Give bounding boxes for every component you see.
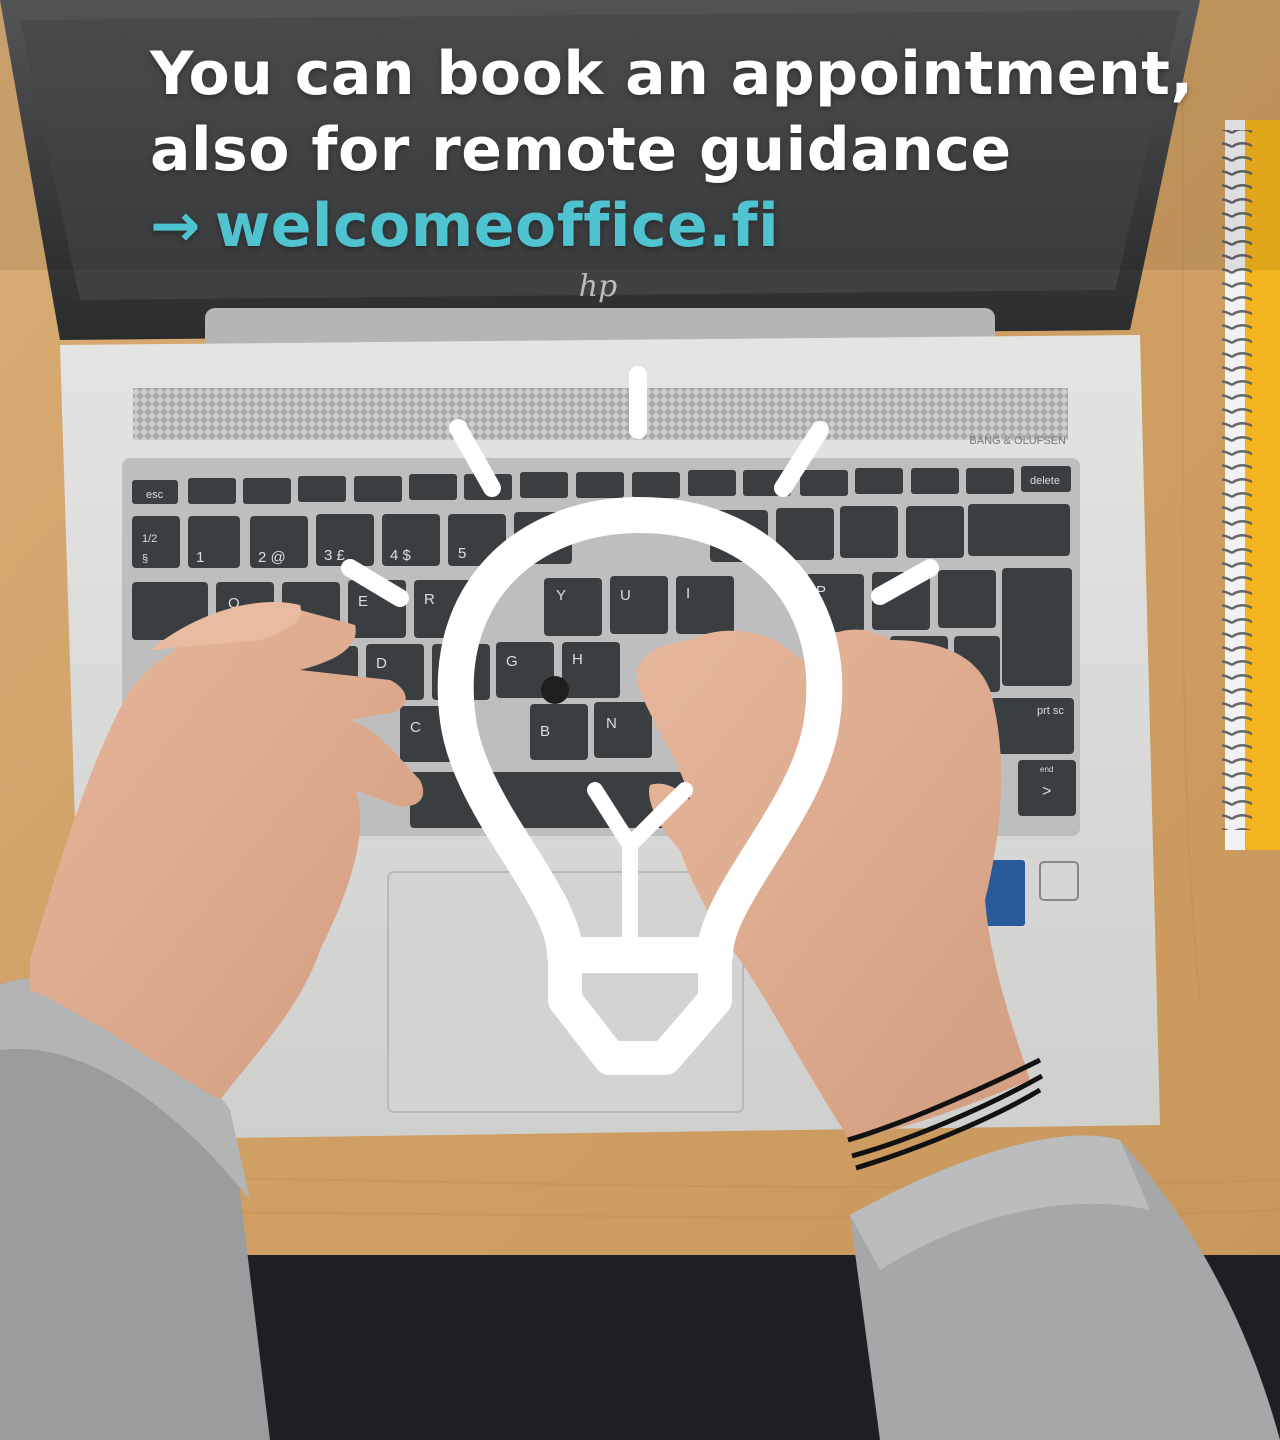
svg-text:>: > <box>1042 783 1051 800</box>
headline-line-2: also for remote guidance <box>150 115 1012 185</box>
svg-text:Y: Y <box>556 587 566 604</box>
headline: You can book an appointment, also for re… <box>150 36 1194 264</box>
headline-line-1: You can book an appointment, <box>150 39 1194 109</box>
svg-text:2 @: 2 @ <box>258 549 286 566</box>
hp-logo: hp <box>579 269 618 304</box>
svg-text:C: C <box>410 719 421 736</box>
svg-text:I: I <box>686 585 690 602</box>
svg-text:4 $: 4 $ <box>390 547 412 564</box>
speaker-brand: BANG & OLUFSEN <box>969 435 1066 447</box>
svg-text:1: 1 <box>196 549 204 566</box>
svg-text:B: B <box>540 723 550 740</box>
svg-text:end: end <box>1040 765 1053 774</box>
svg-text:1/2: 1/2 <box>142 533 157 545</box>
website-link-text: welcomeoffice.fi <box>214 191 780 261</box>
svg-text:R: R <box>424 591 435 608</box>
svg-text:delete: delete <box>1030 475 1060 487</box>
svg-text:§: § <box>142 553 148 565</box>
website-link[interactable]: → welcomeoffice.fi <box>150 188 1150 264</box>
arrow-right-icon: → <box>150 191 201 261</box>
svg-text:E: E <box>358 593 368 610</box>
speaker-grille <box>133 388 1068 440</box>
trackpoint <box>541 676 569 704</box>
svg-text:U: U <box>620 587 631 604</box>
svg-text:esc: esc <box>146 489 164 501</box>
svg-text:N: N <box>606 715 617 732</box>
svg-text:H: H <box>572 651 583 668</box>
svg-text:prt sc: prt sc <box>1037 705 1064 717</box>
svg-text:G: G <box>506 653 518 670</box>
svg-text:3 £: 3 £ <box>324 547 346 564</box>
svg-text:D: D <box>376 655 387 672</box>
svg-text:5: 5 <box>458 545 466 562</box>
